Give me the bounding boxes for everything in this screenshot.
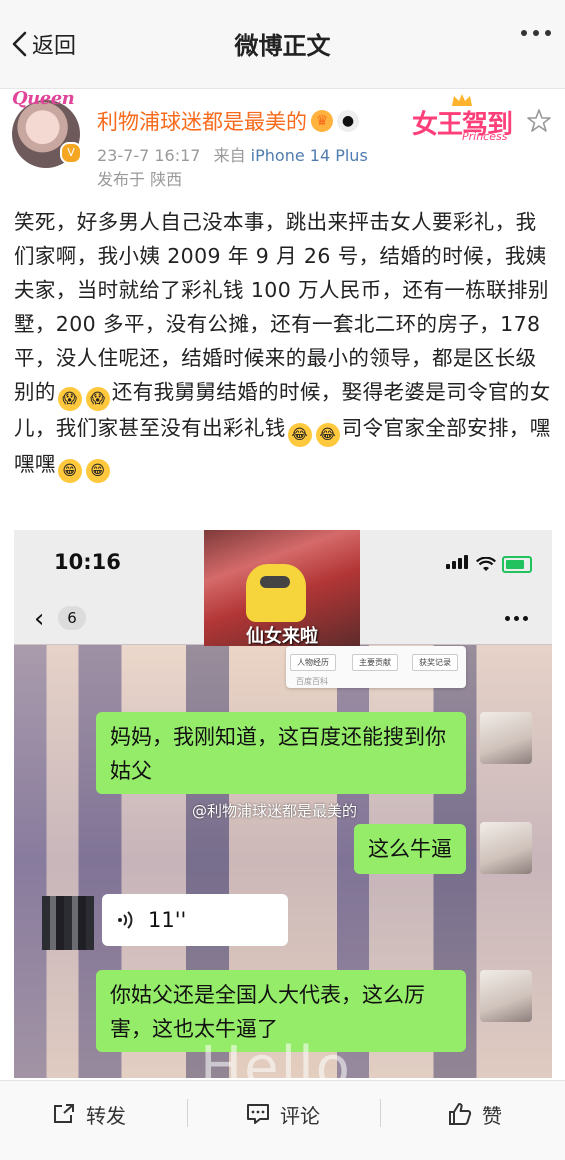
avatar-frame-text: Queen xyxy=(12,88,75,109)
action-bar: 转发 评论 赞 xyxy=(0,1080,565,1160)
scream-emoji-icon: 😱 xyxy=(57,387,82,411)
signal-icon xyxy=(446,554,470,573)
baike-snippet: 人物经历 主要贡献 获奖记录 百度百科 xyxy=(286,646,466,688)
author-name: 利物浦球迷都是最美的 xyxy=(97,110,307,134)
status-time: 10:16 xyxy=(54,550,121,574)
like-label: 赞 xyxy=(482,1103,502,1128)
baike-tab: 人物经历 xyxy=(290,654,336,671)
crown-emoji-icon: ♛ xyxy=(311,110,333,132)
wifi-icon xyxy=(476,557,496,571)
self-avatar xyxy=(480,712,532,764)
weibo-watermark: @利物浦球迷都是最美的 xyxy=(192,802,358,820)
repost-label: 转发 xyxy=(86,1103,126,1128)
chat-bubble-right: 这么牛逼 xyxy=(354,824,466,874)
grin-emoji-icon: 😁 xyxy=(85,459,110,483)
chat-bubble-right: 妈妈，我刚知道，这百度还能搜到你姑父 xyxy=(96,712,466,794)
panda-emoji-icon: ● xyxy=(337,110,359,132)
video-overlay: 仙女来啦 xyxy=(204,530,360,646)
post-text-part-1: 笑死，好多男人自己没本事，跳出来抨击女人要彩礼，我们家啊，我小姨 2009 年 … xyxy=(14,210,549,404)
badge-subtext: Princess xyxy=(462,130,508,143)
voice-message: 11'' xyxy=(102,894,288,946)
laugh-cry-emoji-icon: 😂 xyxy=(287,423,312,447)
like-button[interactable]: 赞 xyxy=(448,1099,502,1129)
favorite-star-icon[interactable] xyxy=(526,108,552,134)
thumbs-up-icon xyxy=(449,1103,472,1125)
grin-emoji-icon: 😁 xyxy=(57,459,82,483)
scream-emoji-icon: 😱 xyxy=(85,387,110,411)
chat-back-icon: ‹ xyxy=(34,604,45,634)
repost-button[interactable]: 转发 xyxy=(52,1099,126,1129)
hello-overlay-text: Hello xyxy=(200,1035,352,1078)
laugh-cry-emoji-icon: 😂 xyxy=(315,423,340,447)
baike-tab: 获奖记录 xyxy=(412,654,458,671)
divider xyxy=(187,1099,188,1127)
post-author-header: V Queen 利物浦球迷都是最美的 ♛ ● 23-7-7 16:17 来自 i… xyxy=(0,88,565,198)
baike-tab: 主要贡献 xyxy=(352,654,398,671)
more-options-icon[interactable] xyxy=(521,30,551,36)
post-image[interactable]: 10:16 ‹ 6 仙女来啦 人物经历 主要贡献 获奖记录 百度百科 妈妈，我刚… xyxy=(14,530,552,1078)
minion-toy-image xyxy=(246,564,306,622)
self-avatar xyxy=(480,970,532,1022)
post-location: 发布于 陕西 xyxy=(97,170,183,189)
page-title: 微博正文 xyxy=(234,32,331,60)
video-caption: 仙女来啦 xyxy=(246,626,318,646)
author-name-row[interactable]: 利物浦球迷都是最美的 ♛ ● xyxy=(97,106,359,136)
chat-more-icon xyxy=(505,616,528,621)
voice-duration: 11'' xyxy=(148,908,187,932)
battery-icon xyxy=(502,556,532,573)
comment-icon xyxy=(247,1104,269,1124)
divider xyxy=(380,1099,381,1127)
top-nav-bar: 返回 微博正文 xyxy=(0,0,565,89)
post-date: 23-7-7 16:17 xyxy=(97,146,201,165)
comment-button[interactable]: 评论 xyxy=(246,1099,320,1129)
post-body: 笑死，好多男人自己没本事，跳出来抨击女人要彩礼，我们家啊，我小姨 2009 年 … xyxy=(14,205,552,483)
unread-count: 6 xyxy=(58,606,86,630)
source-device[interactable]: iPhone 14 Plus xyxy=(251,146,368,165)
verified-icon: V xyxy=(60,142,82,164)
source-prefix: 来自 xyxy=(213,146,246,165)
member-badge: 女王驾到 Princess xyxy=(406,94,526,144)
voice-wave-icon xyxy=(118,911,133,929)
baike-hint: 百度百科 xyxy=(296,677,328,686)
self-avatar xyxy=(480,822,532,874)
status-icons xyxy=(446,554,532,573)
comment-label: 评论 xyxy=(280,1103,320,1128)
share-icon xyxy=(54,1104,74,1123)
avatar[interactable]: V xyxy=(12,100,82,168)
post-meta: 23-7-7 16:17 来自 iPhone 14 Plus xyxy=(97,142,368,166)
contact-avatar-blurred xyxy=(42,896,94,950)
